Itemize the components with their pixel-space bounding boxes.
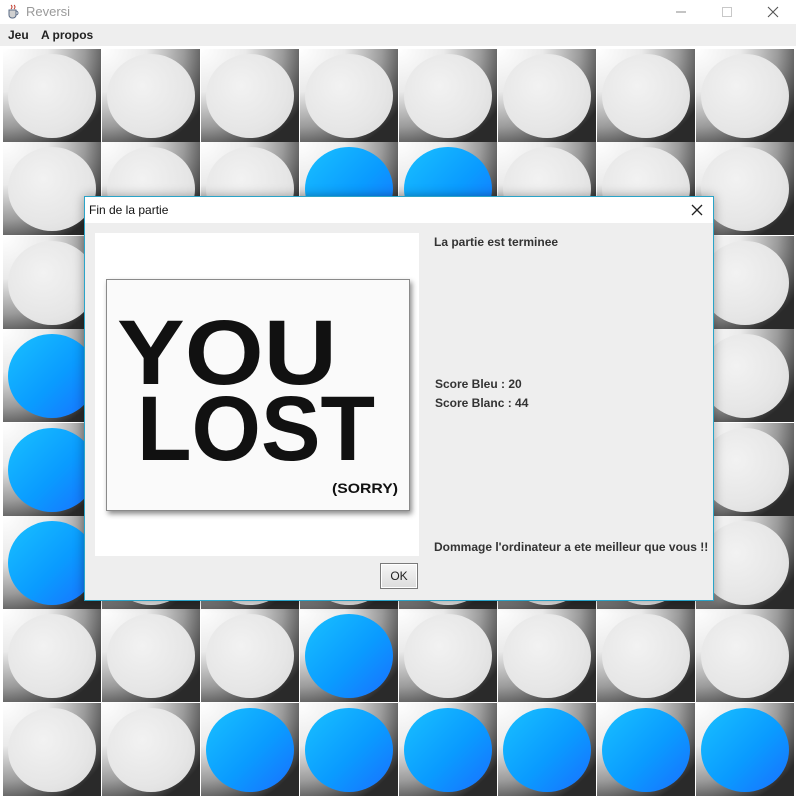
white-disc — [107, 54, 195, 138]
white-disc — [8, 54, 96, 138]
white-disc — [8, 147, 96, 232]
result-message: Dommage l'ordinateur a ete meilleur que … — [434, 540, 709, 554]
menu-a-propos[interactable]: A propos — [41, 28, 93, 42]
white-disc — [503, 614, 591, 699]
white-disc — [404, 614, 492, 699]
blue-disc — [8, 521, 96, 605]
blue-disc — [8, 334, 96, 419]
board-cell[interactable] — [201, 49, 299, 142]
board-cell[interactable] — [3, 702, 101, 796]
result-image-panel: YOU LOST (SORRY) — [95, 233, 419, 556]
board-cell[interactable] — [300, 702, 398, 796]
white-disc — [701, 521, 789, 605]
game-over-status: La partie est terminee — [434, 235, 559, 249]
you-lost-line2: LOST — [137, 378, 375, 480]
board-cell[interactable] — [102, 609, 200, 703]
board-cell[interactable] — [300, 609, 398, 703]
board-cell[interactable] — [300, 49, 398, 142]
dialog-title: Fin de la partie — [89, 203, 169, 217]
white-disc — [206, 614, 294, 699]
end-game-dialog: Fin de la partie YOU LOST (SORRY) La par… — [84, 196, 714, 601]
maximize-icon — [722, 7, 732, 17]
minimize-icon — [676, 11, 686, 13]
white-disc — [107, 614, 195, 699]
board-cell[interactable] — [498, 49, 596, 142]
white-disc — [701, 427, 789, 512]
board-cell[interactable] — [696, 609, 794, 703]
you-lost-image: YOU LOST (SORRY) — [106, 279, 410, 511]
blue-disc — [305, 614, 393, 699]
white-disc — [701, 54, 789, 138]
board-cell[interactable] — [399, 609, 497, 703]
you-lost-caption: (SORRY) — [332, 480, 398, 496]
board-cell[interactable] — [597, 702, 695, 796]
dialog-close-icon[interactable] — [689, 202, 705, 218]
blue-disc — [602, 707, 690, 792]
score-white: Score Blanc : 44 — [435, 396, 529, 410]
white-disc — [8, 707, 96, 792]
blue-disc — [701, 707, 789, 792]
maximize-button[interactable] — [704, 0, 750, 24]
board-cell[interactable] — [201, 609, 299, 703]
ok-button[interactable]: OK — [380, 563, 418, 589]
blue-disc — [404, 707, 492, 792]
white-disc — [701, 147, 789, 232]
menu-jeu[interactable]: Jeu — [8, 28, 29, 42]
close-icon — [767, 6, 779, 18]
board-cell[interactable] — [498, 702, 596, 796]
board-cell[interactable] — [399, 49, 497, 142]
java-cup-icon — [8, 4, 19, 19]
board-cell[interactable] — [3, 609, 101, 703]
white-disc — [107, 707, 195, 792]
white-disc — [8, 240, 96, 325]
board-cell[interactable] — [696, 49, 794, 142]
white-disc — [602, 614, 690, 699]
blue-disc — [305, 707, 393, 792]
blue-disc — [206, 707, 294, 792]
board-cell[interactable] — [201, 702, 299, 796]
board-cell[interactable] — [498, 609, 596, 703]
you-lost-graphic: YOU LOST (SORRY) — [117, 302, 398, 496]
white-disc — [8, 614, 96, 699]
board-cell[interactable] — [696, 702, 794, 796]
score-blue: Score Bleu : 20 — [435, 377, 522, 391]
board-cell[interactable] — [399, 702, 497, 796]
board-cell[interactable] — [102, 702, 200, 796]
board-cell[interactable] — [597, 49, 695, 142]
menubar: Jeu A propos — [0, 24, 796, 46]
white-disc — [503, 54, 591, 138]
board-cell[interactable] — [3, 49, 101, 142]
white-disc — [404, 54, 492, 138]
white-disc — [701, 240, 789, 325]
white-disc — [701, 614, 789, 699]
white-disc — [206, 54, 294, 138]
minimize-button[interactable] — [658, 0, 704, 24]
blue-disc — [503, 707, 591, 792]
white-disc — [305, 54, 393, 138]
white-disc — [602, 54, 690, 138]
window-title: Reversi — [26, 4, 71, 19]
board-cell[interactable] — [102, 49, 200, 142]
close-button[interactable] — [750, 0, 796, 24]
blue-disc — [8, 427, 96, 512]
white-disc — [701, 334, 789, 419]
dialog-titlebar: Fin de la partie — [85, 197, 713, 223]
board-cell[interactable] — [597, 609, 695, 703]
window-titlebar: Reversi — [0, 0, 796, 24]
